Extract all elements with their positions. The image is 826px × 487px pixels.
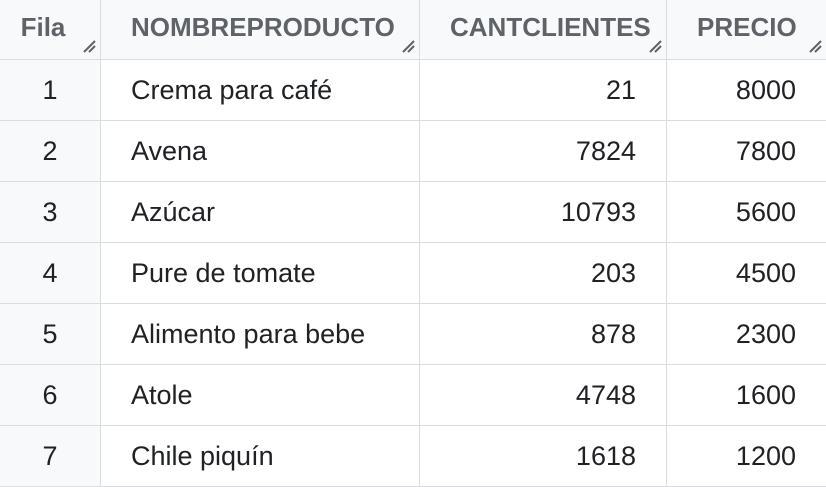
row-number: 6	[0, 365, 101, 426]
cell-precio[interactable]: 1200	[667, 426, 826, 487]
cell-nombreproducto[interactable]: Crema para café	[101, 60, 420, 121]
cell-cantclientes[interactable]: 203	[420, 243, 667, 304]
cell-nombreproducto[interactable]: Alimento para bebe	[101, 304, 420, 365]
resize-handle-icon[interactable]	[399, 37, 415, 53]
row-number: 3	[0, 182, 101, 243]
column-header-label: NOMBREPRODUCTO	[131, 12, 395, 42]
row-number: 1	[0, 60, 101, 121]
cell-precio[interactable]: 2300	[667, 304, 826, 365]
cell-precio[interactable]: 1600	[667, 365, 826, 426]
row-number: 2	[0, 121, 101, 182]
cell-cantclientes[interactable]: 878	[420, 304, 667, 365]
cell-cantclientes[interactable]: 10793	[420, 182, 667, 243]
cell-nombreproducto[interactable]: Atole	[101, 365, 420, 426]
row-number: 7	[0, 426, 101, 487]
resize-handle-icon[interactable]	[646, 37, 662, 53]
results-table: Fila NOMBREPRODUCTO CANTCLIENTES PRECIO …	[0, 0, 826, 487]
column-header-label: Fila	[20, 12, 66, 42]
cell-precio[interactable]: 8000	[667, 60, 826, 121]
cell-precio[interactable]: 4500	[667, 243, 826, 304]
resize-handle-icon[interactable]	[806, 37, 822, 53]
column-header-fila[interactable]: Fila	[0, 0, 101, 60]
row-number: 4	[0, 243, 101, 304]
column-header-nombreproducto[interactable]: NOMBREPRODUCTO	[101, 0, 420, 60]
cell-nombreproducto[interactable]: Avena	[101, 121, 420, 182]
column-header-label: CANTCLIENTES	[450, 12, 651, 42]
cell-nombreproducto[interactable]: Pure de tomate	[101, 243, 420, 304]
cell-nombreproducto[interactable]: Chile piquín	[101, 426, 420, 487]
column-header-cantclientes[interactable]: CANTCLIENTES	[420, 0, 667, 60]
cell-cantclientes[interactable]: 1618	[420, 426, 667, 487]
cell-precio[interactable]: 5600	[667, 182, 826, 243]
cell-cantclientes[interactable]: 21	[420, 60, 667, 121]
cell-cantclientes[interactable]: 7824	[420, 121, 667, 182]
cell-nombreproducto[interactable]: Azúcar	[101, 182, 420, 243]
column-header-label: PRECIO	[697, 12, 797, 42]
cell-cantclientes[interactable]: 4748	[420, 365, 667, 426]
row-number: 5	[0, 304, 101, 365]
column-header-precio[interactable]: PRECIO	[667, 0, 826, 60]
resize-handle-icon[interactable]	[80, 37, 96, 53]
cell-precio[interactable]: 7800	[667, 121, 826, 182]
